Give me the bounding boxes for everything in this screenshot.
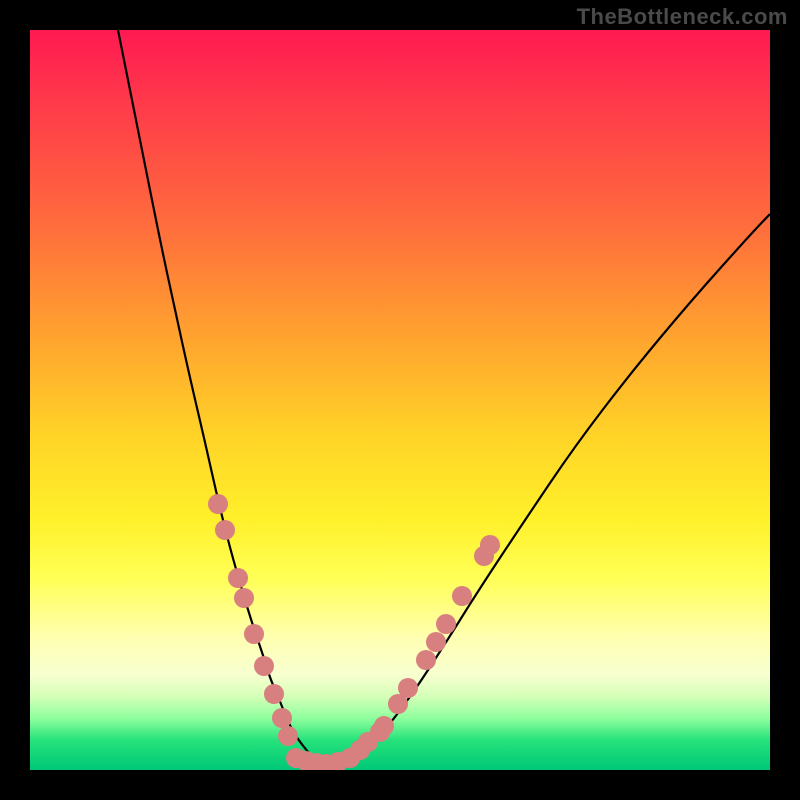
- data-marker: [208, 494, 228, 514]
- data-marker: [264, 684, 284, 704]
- watermark-text: TheBottleneck.com: [577, 4, 788, 30]
- marker-group: [208, 494, 500, 770]
- data-marker: [316, 754, 336, 770]
- data-marker: [272, 708, 292, 728]
- data-marker: [228, 568, 248, 588]
- data-marker: [278, 726, 298, 746]
- data-marker: [416, 650, 436, 670]
- data-marker: [474, 546, 494, 566]
- data-marker: [388, 694, 408, 714]
- v-curve: [118, 30, 770, 765]
- chart-frame: TheBottleneck.com: [0, 0, 800, 800]
- data-marker: [358, 732, 378, 752]
- plot-area: [30, 30, 770, 770]
- data-marker: [436, 614, 456, 634]
- data-marker: [426, 632, 446, 652]
- data-marker: [296, 751, 316, 770]
- data-marker: [254, 656, 274, 676]
- data-marker: [215, 520, 235, 540]
- data-marker: [306, 753, 326, 770]
- data-marker: [374, 716, 394, 736]
- data-marker: [244, 624, 264, 644]
- data-marker: [398, 678, 418, 698]
- data-marker: [370, 722, 390, 742]
- data-marker: [350, 740, 370, 760]
- data-marker: [286, 748, 306, 768]
- chart-svg: [30, 30, 770, 770]
- data-marker: [234, 588, 254, 608]
- data-marker: [480, 535, 500, 555]
- data-marker: [452, 586, 472, 606]
- data-marker: [328, 752, 348, 770]
- data-marker: [340, 748, 360, 768]
